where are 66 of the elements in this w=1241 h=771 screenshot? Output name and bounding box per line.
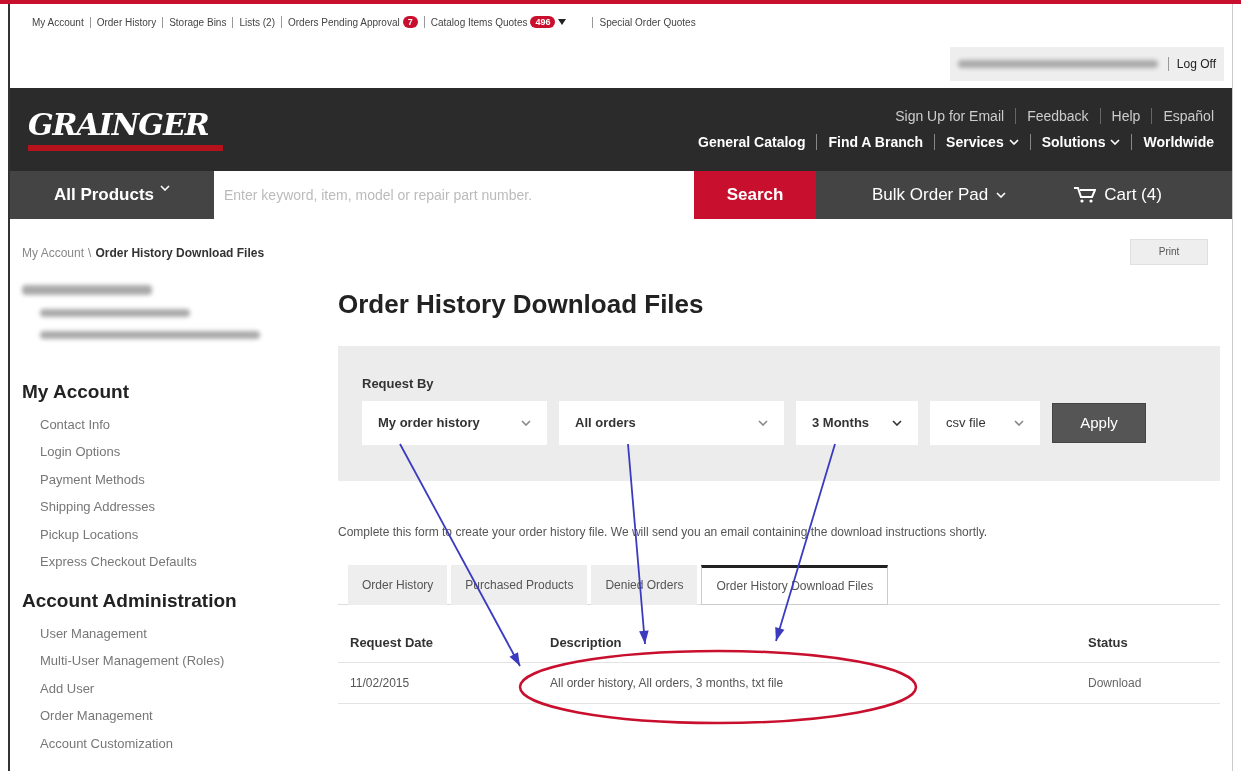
chevron-icon (758, 419, 768, 426)
page-title: Order History Download Files (338, 288, 705, 320)
download-link[interactable]: Download (1088, 675, 1208, 690)
sidebar-heading: My Account (22, 380, 130, 403)
nav-link[interactable]: Find A Branch (816, 134, 935, 151)
chevron-icon (1110, 139, 1121, 146)
search-field[interactable]: Enter keyword, item, model or repair part number. (214, 170, 694, 219)
breadcrumb-separator: \ (88, 245, 92, 260)
top-link[interactable]: Orders Pending Approval 7 (281, 16, 424, 29)
table-cell-text: 11/02/2015 (350, 675, 411, 690)
sidebar-link[interactable]: Pickup Locations (22, 520, 338, 548)
cart-icon (1074, 186, 1097, 203)
tab[interactable]: Order History (348, 564, 448, 605)
sidebar-link[interactable]: Payment Methods (22, 465, 338, 493)
nav-link[interactable]: Services (934, 134, 1030, 151)
sidebar-link[interactable]: Multi-User Management (Roles) (22, 647, 338, 675)
table-cell-text: All order history, All orders, 3 months, txt file (550, 675, 785, 690)
top-link[interactable]: Lists (2) (232, 16, 281, 28)
sidebar-link[interactable]: Add User (22, 674, 338, 702)
sidebar-link[interactable]: Order Management (22, 702, 338, 730)
apply-button[interactable]: Apply (1052, 402, 1146, 443)
chevron-icon (1014, 419, 1024, 426)
count-badge: 496 (530, 16, 556, 29)
top-link[interactable]: My Account (26, 16, 90, 28)
utility-link[interactable]: Sign Up for Email (884, 108, 1016, 125)
column-header: Description (550, 634, 623, 650)
chevron-icon (1008, 139, 1019, 146)
sidebar-link[interactable]: Shipping Addresses (22, 493, 338, 521)
dropdown-select[interactable]: My order history (362, 400, 547, 445)
utility-link[interactable]: Feedback (1015, 108, 1100, 125)
nav-link[interactable]: General Catalog (687, 134, 817, 151)
sidebar-link[interactable]: User Management (22, 619, 338, 647)
top-link[interactable]: Catalog Items Quotes 496 (423, 16, 573, 29)
search-button[interactable]: Search (694, 170, 816, 219)
chevron-icon (521, 419, 531, 426)
count-badge: 7 (402, 16, 418, 29)
chevron-icon (160, 184, 171, 191)
log-off-link[interactable]: Log Off (1167, 57, 1216, 72)
top-link[interactable]: Order History (89, 16, 163, 28)
cart-button[interactable]: Cart (4) (1068, 183, 1168, 206)
sidebar-link[interactable]: Login Options (22, 438, 338, 466)
all-products-button[interactable]: All Products (10, 183, 214, 206)
column-header: Status (1088, 634, 1129, 650)
request-by-label: Request By (362, 375, 435, 391)
sidebar-link[interactable]: Account Customization (22, 729, 338, 757)
logo[interactable]: GRAINGER (28, 107, 223, 143)
sidebar-link[interactable]: Contact Info (22, 410, 338, 438)
sidebar-link[interactable]: Express Checkout Defaults (22, 548, 338, 576)
print-button[interactable]: Print (1130, 238, 1208, 265)
breadcrumb-link[interactable]: My Account (22, 245, 85, 260)
top-link[interactable]: Storage Bins (162, 16, 233, 28)
dropdown-select[interactable]: csv file (930, 400, 1040, 445)
chevron-icon (892, 419, 902, 426)
nav-link[interactable]: Solutions (1029, 134, 1132, 151)
caret-icon (558, 19, 567, 26)
utility-link[interactable]: Español (1151, 108, 1214, 125)
nav-link[interactable]: Worldwide (1131, 134, 1214, 151)
chevron-icon (996, 191, 1007, 198)
dropdown-select[interactable]: All orders (559, 400, 784, 445)
sidebar-heading: Account Administration (22, 589, 238, 612)
column-header: Request Date (350, 634, 435, 650)
utility-link[interactable]: Help (1099, 108, 1152, 125)
top-link[interactable]: Special Order Quotes (592, 16, 702, 28)
bulk-order-pad-button[interactable]: Bulk Order Pad (866, 183, 1013, 206)
breadcrumb-link[interactable]: Order History Download Files (95, 245, 265, 260)
dropdown-select[interactable]: 3 Months (796, 400, 918, 445)
